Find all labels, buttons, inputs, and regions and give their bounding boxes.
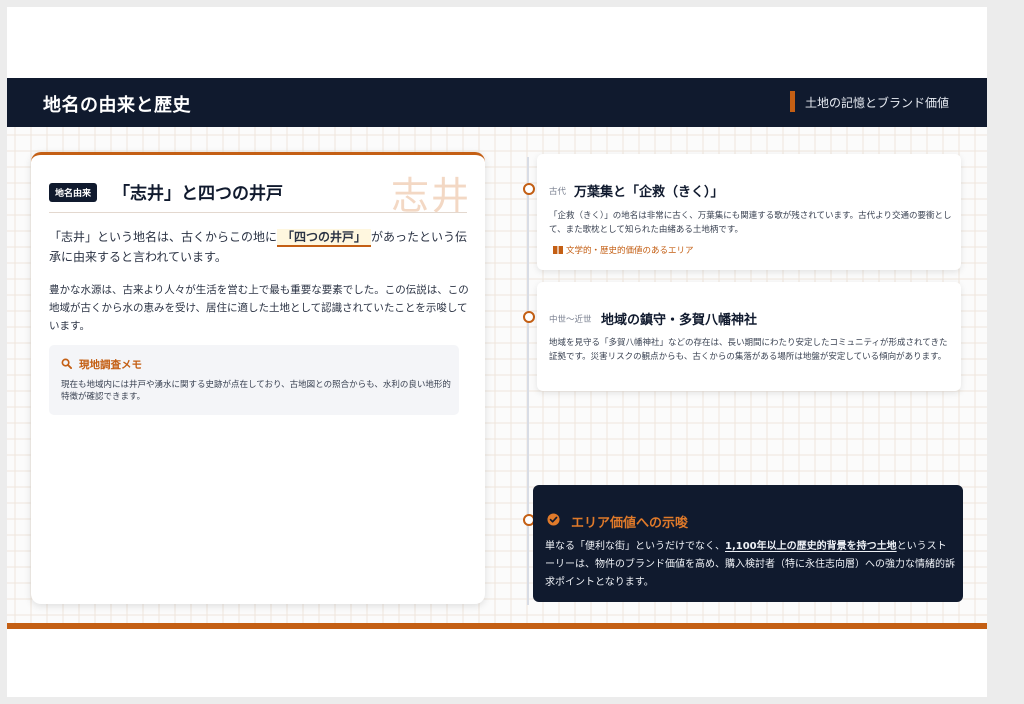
timeline-title: 地域の鎮守・多賀八幡神社 <box>601 313 758 328</box>
timeline-dot-ancient <box>523 183 535 195</box>
timeline-line <box>527 157 529 605</box>
magnifier-icon <box>61 358 72 369</box>
divider <box>49 212 467 213</box>
timeline-tag: 文学的・歴史的価値のあるエリア <box>553 244 694 256</box>
page-title: 地名の由来と歴史 <box>43 95 191 116</box>
accent-marker <box>790 91 795 112</box>
book-icon <box>553 246 563 254</box>
category-badge: 地名由来 <box>49 183 98 202</box>
body-paragraph: 豊かな水源は、古来より人々が生活を営む上で最も重要な要素でした。この伝説は、この… <box>49 284 469 332</box>
timeline-tag-label: 文学的・歴史的価値のあるエリア <box>566 246 694 256</box>
slide: 地名の由来と歴史 土地の記憶とブランド価値 志井 地名由来 「志井」と四つの井戸… <box>7 7 987 697</box>
lead-text-before: 「志井」という地名は、古くからこの地に <box>49 230 278 244</box>
check-circle-icon <box>547 513 560 526</box>
timeline-card-medieval: 中世〜近世 地域の鎮守・多賀八幡神社 地域を見守る「多賀八幡神社」などの存在は、… <box>537 282 961 391</box>
implication-card: エリア価値への示唆 単なる「便利な街」というだけでなく、1,100年以上の歴史的… <box>533 485 963 602</box>
memo-text: 現在も地域内には井戸や湧水に関する史跡が点在しており、古地図との照合からも、水利… <box>61 380 451 402</box>
card-title: 「志井」と四つの井戸 <box>113 184 283 204</box>
era-label: 古代 <box>549 187 567 197</box>
page-subtitle: 土地の記憶とブランド価値 <box>804 96 949 110</box>
era-label: 中世〜近世 <box>549 315 592 325</box>
implication-title: エリア価値への示唆 <box>571 516 689 531</box>
implication-emphasis: 1,100年以上の歴史的背景を持つ土地 <box>725 541 897 552</box>
implication-text-before: 単なる「便利な街」というだけでなく、 <box>545 541 725 552</box>
lead-paragraph: 「志井」という地名は、古くからこの地に 「四つの井戸」 があったという伝承に由来する… <box>49 227 469 267</box>
timeline-card-ancient: 古代 万葉集と「企救（きく）」 「企救（きく）」の地名は非常に古く、万葉集にも関… <box>537 154 961 270</box>
timeline-title: 万葉集と「企救（きく）」 <box>574 185 724 200</box>
highlight-four-wells: 「四つの井戸」 <box>277 229 372 247</box>
header-bar: 地名の由来と歴史 土地の記憶とブランド価値 <box>7 78 987 127</box>
timeline-dot-medieval <box>523 311 535 323</box>
field-memo-box: 現地調査メモ 現在も地域内には井戸や湧水に関する史跡が点在しており、古地図との照… <box>49 345 459 415</box>
footer-accent-bar <box>7 623 987 629</box>
timeline-text: 地域を見守る「多賀八幡神社」などの存在は、長い期間にわたり安定したコミュニティが… <box>549 338 948 362</box>
memo-title: 現地調査メモ <box>79 359 142 371</box>
implication-text: 単なる「便利な街」というだけでなく、1,100年以上の歴史的背景を持つ土地という… <box>545 538 955 592</box>
origin-card: 志井 地名由来 「志井」と四つの井戸 「志井」という地名は、古くからこの地に 「四… <box>31 152 485 604</box>
timeline-text: 「企救（きく）」の地名は非常に古く、万葉集にも関連する歌が残されています。古代よ… <box>549 211 952 235</box>
